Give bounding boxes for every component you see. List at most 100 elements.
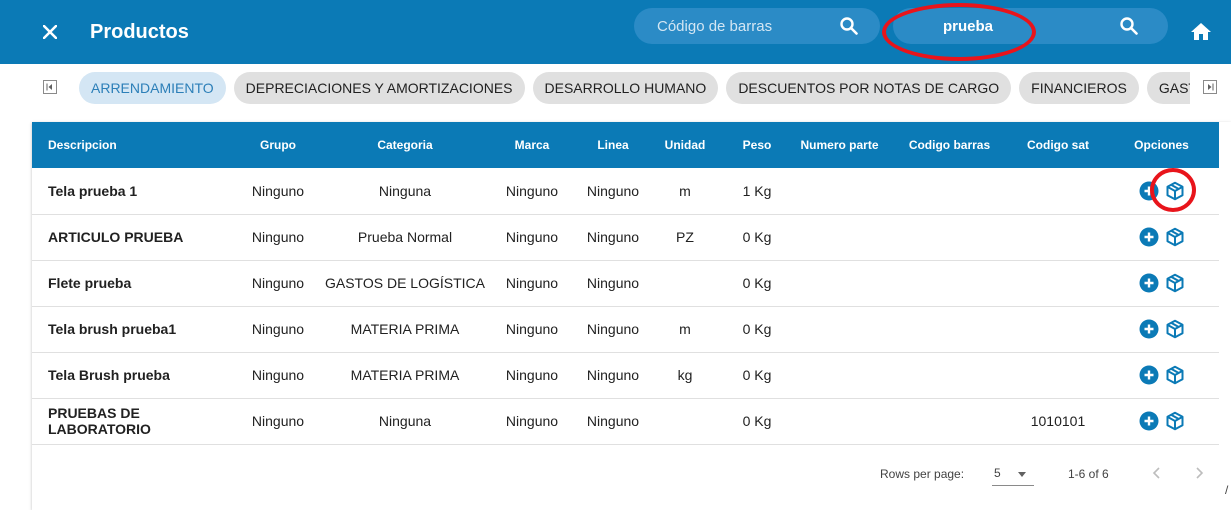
table-cell	[792, 398, 887, 444]
table-cell: Ninguno	[505, 182, 559, 199]
table-cell: Tela Brush prueba	[48, 367, 170, 383]
package-icon[interactable]	[1165, 365, 1185, 385]
category-chips-row: ARRENDAMIENTO DEPRECIACIONES Y AMORTIZACI…	[0, 72, 1231, 104]
options-cell	[1104, 352, 1219, 398]
product-search-input[interactable]	[943, 17, 1123, 35]
app-bar: Productos	[0, 0, 1231, 64]
table-cell	[887, 168, 1012, 214]
table-cell: Ninguno	[251, 413, 305, 429]
scroll-left-button[interactable]	[43, 80, 57, 94]
category-chip[interactable]: DEPRECIACIONES Y AMORTIZACIONES	[233, 72, 525, 104]
table-cell	[1012, 168, 1104, 214]
table-cell: Ninguno	[251, 229, 305, 245]
table-cell	[1012, 306, 1104, 352]
table-cell	[887, 260, 1012, 306]
scroll-right-button[interactable]	[1203, 80, 1217, 94]
close-icon	[43, 25, 57, 39]
table-cell: Ninguno	[586, 229, 640, 245]
package-icon[interactable]	[1165, 273, 1185, 293]
add-circle-icon[interactable]	[1139, 365, 1159, 385]
rows-per-page-value: 5	[994, 466, 1001, 480]
table-cell	[1012, 260, 1104, 306]
chevron-right-icon	[1196, 467, 1204, 479]
table-cell: Ninguno	[586, 321, 640, 337]
table-row: Tela Brush prueba Ninguno MATERIA PRIMA Nin…	[32, 352, 1219, 398]
table-cell: GASTOS DE LOGÍSTICA	[324, 275, 485, 291]
table-cell: 1 Kg	[742, 182, 772, 199]
category-chip[interactable]: DESARROLLO HUMANO	[532, 72, 719, 104]
search-icon[interactable]	[1120, 17, 1138, 40]
table-header-row: Descripcion Grupo Categoria Marca Linea Unida…	[32, 122, 1219, 168]
column-header: Categoria	[377, 138, 433, 152]
column-header: Linea	[597, 138, 629, 152]
category-chip[interactable]: FINANCIEROS	[1019, 72, 1139, 104]
barcode-search-box	[634, 8, 880, 44]
table-cell: Ninguna	[378, 182, 432, 199]
product-search-box	[893, 8, 1168, 44]
home-button[interactable]	[1189, 20, 1213, 44]
add-circle-icon[interactable]	[1139, 181, 1159, 201]
package-icon[interactable]	[1165, 227, 1185, 247]
table-row: ARTICULO PRUEBA Ninguno Prueba Normal Ningu…	[32, 214, 1219, 260]
barcode-search-input[interactable]	[657, 17, 827, 35]
table-cell: Tela prueba 1	[48, 182, 138, 199]
category-chip[interactable]: GASTOS COMERCIALES	[1146, 72, 1190, 104]
page-title: Productos	[90, 21, 189, 43]
table-cell: 0 Kg	[742, 275, 772, 291]
prev-page-button[interactable]	[1147, 463, 1167, 483]
add-circle-icon[interactable]	[1139, 227, 1159, 247]
table-cell: Ninguno	[505, 413, 559, 429]
table-cell: PZ	[676, 229, 694, 245]
products-table: Descripcion Grupo Categoria Marca Linea Unida…	[32, 122, 1219, 445]
table-pagination: Rows per page: 5 1-6 of 6	[32, 447, 1219, 499]
table-cell: Ninguno	[505, 321, 559, 337]
table-cell: ARTICULO PRUEBA	[48, 229, 184, 245]
pagination-range: 1-6 of 6	[1068, 467, 1109, 481]
table-cell	[1012, 214, 1104, 260]
table-cell	[887, 306, 1012, 352]
stray-mark: /	[1225, 483, 1229, 497]
table-cell	[792, 168, 887, 214]
table-cell	[792, 352, 887, 398]
arrow-right-icon	[1208, 83, 1214, 91]
options-cell	[1104, 168, 1219, 214]
table-cell: kg	[677, 367, 693, 383]
table-cell: Flete prueba	[48, 275, 132, 291]
table-cell	[887, 352, 1012, 398]
add-circle-icon[interactable]	[1139, 411, 1159, 431]
rows-per-page-select[interactable]: 5	[992, 465, 1034, 486]
rows-per-page-label: Rows per page:	[880, 467, 965, 481]
table-cell: Ninguno	[586, 182, 640, 199]
column-header: Marca	[514, 138, 550, 152]
table-cell: 0 Kg	[742, 321, 772, 337]
package-icon[interactable]	[1165, 181, 1185, 201]
table-cell	[792, 214, 887, 260]
arrow-left-icon	[46, 83, 52, 91]
package-icon[interactable]	[1165, 411, 1185, 431]
add-circle-icon[interactable]	[1139, 273, 1159, 293]
column-header: Opciones	[1134, 138, 1189, 152]
table-cell: Tela brush prueba1	[48, 321, 177, 337]
add-circle-icon[interactable]	[1139, 319, 1159, 339]
column-header: Codigo barras	[908, 138, 991, 152]
table-cell: Ninguno	[586, 367, 640, 383]
close-button[interactable]	[38, 20, 62, 44]
table-row: PRUEBAS DE LABORATORIO Ninguno Ninguna Ning…	[32, 398, 1219, 444]
chevron-down-icon	[1018, 472, 1026, 477]
column-header: Codigo sat	[1027, 138, 1089, 152]
table-cell: m	[679, 182, 691, 199]
table-row: Flete prueba Ninguno GASTOS DE LOGÍSTICA Ni…	[32, 260, 1219, 306]
table-cell: PRUEBAS DE LABORATORIO	[48, 405, 151, 437]
column-header: Numero parte	[800, 138, 879, 152]
search-icon[interactable]	[840, 17, 858, 40]
category-chip[interactable]: DESCUENTOS POR NOTAS DE CARGO	[726, 72, 1012, 104]
next-page-button[interactable]	[1189, 463, 1209, 483]
column-header: Grupo	[260, 138, 296, 152]
category-chip[interactable]: ARRENDAMIENTO	[79, 72, 226, 104]
options-cell	[1104, 306, 1219, 352]
home-icon	[1191, 23, 1211, 40]
table-cell: 0 Kg	[742, 229, 772, 245]
table-cell: Ninguno	[251, 321, 305, 337]
package-icon[interactable]	[1165, 319, 1185, 339]
table-cell: 0 Kg	[742, 367, 772, 383]
